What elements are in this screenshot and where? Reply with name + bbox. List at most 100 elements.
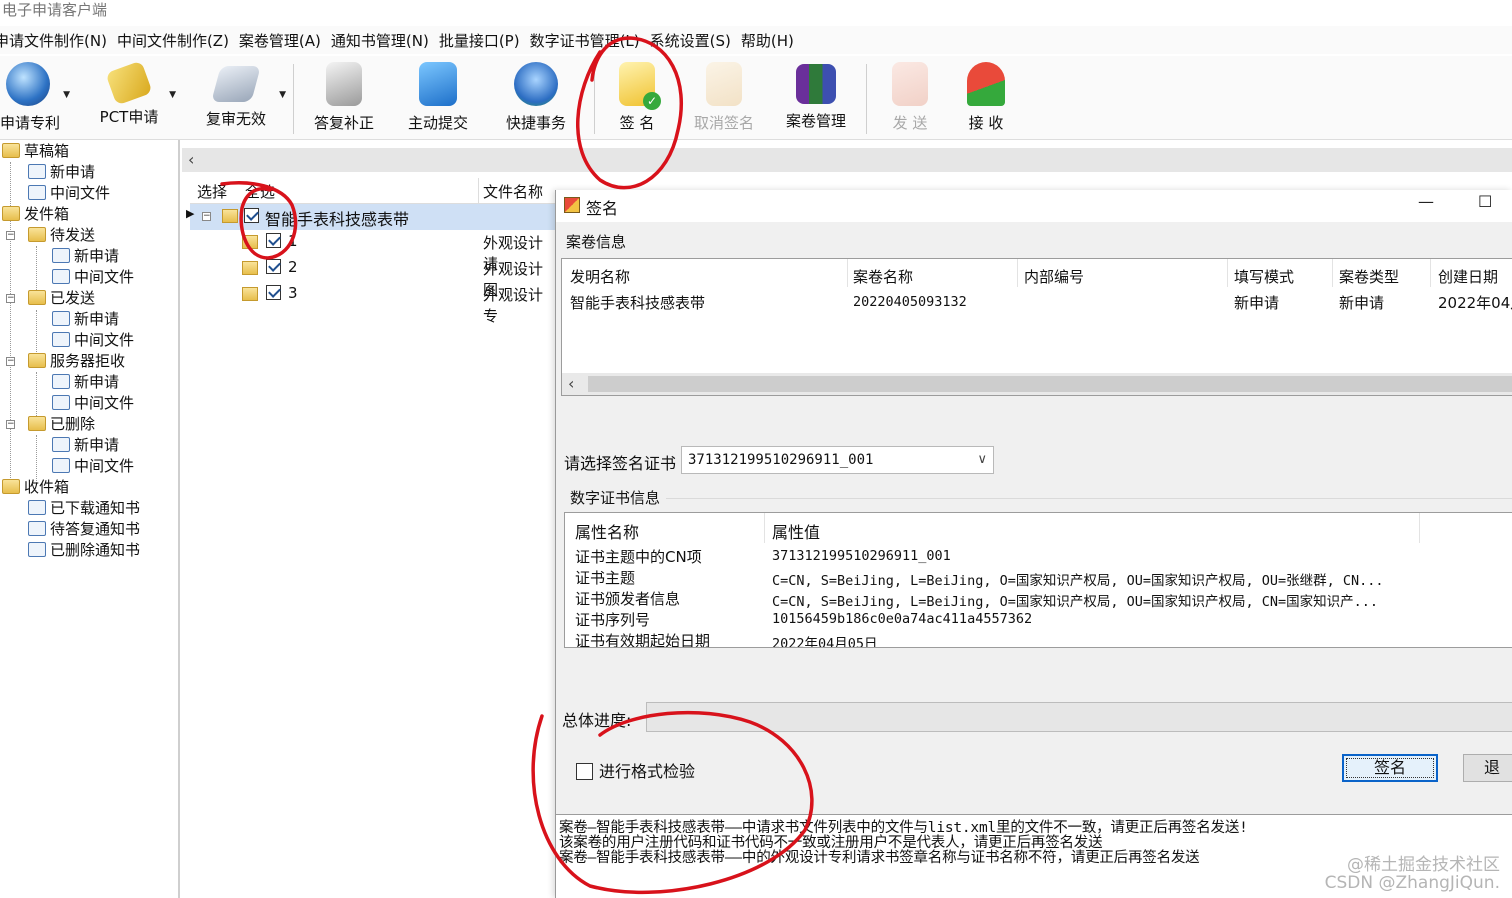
grid-row[interactable]: 3 外观设计专 — [190, 282, 556, 325]
collapse-icon[interactable]: − — [6, 231, 15, 240]
col-select[interactable]: 选择 — [197, 181, 227, 202]
tree-label: 收件箱 — [24, 478, 70, 496]
chevron-down-icon[interactable]: ∨ — [977, 447, 987, 473]
menu-settings[interactable]: 系统设置(S) — [650, 30, 741, 51]
tree-rejected-mid-file[interactable]: 中间文件 — [52, 393, 134, 414]
tree-downloaded[interactable]: 已下载通知书 — [28, 498, 140, 519]
maximize-icon[interactable]: ☐ — [1478, 192, 1492, 211]
tree-sent-new-app[interactable]: 新申请 — [52, 309, 119, 330]
row-number: 2 — [288, 258, 298, 276]
row-checkbox[interactable] — [266, 258, 281, 276]
col-case-type[interactable]: 案卷类型 — [1339, 266, 1399, 287]
notice-icon — [28, 521, 46, 536]
tree-rejected[interactable]: 服务器拒收 — [28, 351, 125, 372]
cert-select[interactable]: 371312199510296911_001 ∨ — [681, 446, 994, 474]
tree-pending-new-app[interactable]: 新申请 — [52, 246, 119, 267]
menu-mid-file[interactable]: 中间文件制作(Z) — [117, 30, 239, 51]
col-property-value[interactable]: 属性值 — [772, 519, 820, 543]
tree-drafts-new-app[interactable]: 新申请 — [28, 162, 95, 183]
receive-button[interactable]: 接 收 — [956, 60, 1016, 138]
exit-button[interactable]: 退 — [1463, 754, 1512, 782]
collapse-icon[interactable]: − — [6, 420, 15, 429]
column-divider — [1227, 259, 1228, 287]
prop-value: 10156459b186c0e0a74ac411a4557362 — [772, 611, 1033, 627]
format-check-label: 进行格式检验 — [599, 762, 696, 781]
row-number: 1 — [288, 232, 298, 250]
grid-row[interactable]: 1 外观设计请 — [190, 230, 556, 273]
row-checkbox[interactable] — [266, 232, 281, 250]
chevron-left-icon[interactable]: ‹ — [568, 374, 574, 393]
col-fill-mode[interactable]: 填写模式 — [1234, 266, 1294, 287]
tree-drafts[interactable]: 草稿箱 — [2, 141, 69, 162]
document-icon — [52, 437, 70, 452]
menu-batch[interactable]: 批量接口(P) — [439, 30, 530, 51]
scrollbar-thumb[interactable] — [588, 376, 1512, 392]
grid-row[interactable]: 2 外观设计图 — [190, 256, 556, 299]
tree-rejected-new-app[interactable]: 新申请 — [52, 372, 119, 393]
minimize-icon[interactable]: — — [1418, 192, 1434, 211]
tree-deleted-new-app[interactable]: 新申请 — [52, 435, 119, 456]
col-property-name[interactable]: 属性名称 — [575, 519, 639, 543]
tree-sent[interactable]: 已发送 — [28, 288, 95, 309]
tree-deleted-notice[interactable]: 已删除通知书 — [28, 540, 140, 561]
tree-pending[interactable]: 待发送 — [28, 225, 95, 246]
dropdown-arrow-icon[interactable]: ▼ — [63, 90, 70, 100]
tree-label: 中间文件 — [74, 394, 135, 412]
horizontal-scrollbar[interactable]: ‹ — [182, 148, 1512, 172]
format-check-checkbox[interactable]: 进行格式检验 — [576, 758, 695, 782]
quick-tasks-label: 快捷事务 — [505, 114, 566, 132]
tree-deleted-mid-file[interactable]: 中间文件 — [52, 456, 134, 477]
reply-button[interactable]: 答复补正 — [308, 60, 380, 138]
menu-case-mgmt[interactable]: 案卷管理(A) — [239, 30, 331, 51]
cancel-sign-button[interactable]: 取消签名 — [688, 60, 760, 138]
menu-bar: 申请文件制作(N) 中间文件制作(Z) 案卷管理(A) 通知书管理(N) 批量接… — [0, 26, 1512, 54]
case-mgmt-button[interactable]: 案卷管理 — [780, 60, 852, 138]
tree-drafts-mid-file[interactable]: 中间文件 — [28, 183, 110, 204]
case-table-scrollbar[interactable]: ‹ — [562, 373, 1512, 395]
col-select-all[interactable]: 全选 — [245, 181, 275, 202]
grid-parent-row[interactable]: ▶ − 智能手表科技感表带 — [186, 204, 556, 230]
cell-invention-name: 智能手表科技感表带 — [570, 294, 706, 312]
row-checkbox[interactable] — [266, 284, 281, 302]
row-checkbox[interactable] — [244, 207, 259, 225]
folder-icon — [242, 287, 258, 301]
col-case-name[interactable]: 案卷名称 — [853, 266, 913, 287]
sign-button[interactable]: ✓ 签 名 — [606, 60, 668, 138]
pct-button[interactable]: PCT申请 ▼ — [96, 60, 176, 138]
col-internal-no[interactable]: 内部编号 — [1024, 266, 1084, 287]
dropdown-arrow-icon[interactable]: ▼ — [279, 90, 286, 100]
collapse-icon[interactable]: − — [6, 294, 15, 303]
col-file-name[interactable]: 文件名称 — [483, 181, 543, 202]
tree-deleted[interactable]: 已删除 — [28, 414, 95, 435]
dialog-titlebar[interactable]: 签名 — ☐ — [556, 190, 1512, 222]
menu-cert-mgmt[interactable]: 数字证书管理(L) — [530, 30, 650, 51]
col-created-date[interactable]: 创建日期 — [1438, 266, 1498, 287]
reexam-label: 复审无效 — [205, 110, 266, 128]
file-name: 外观设计专 — [483, 286, 544, 325]
dropdown-arrow-icon[interactable]: ▼ — [169, 90, 176, 100]
collapse-icon[interactable]: − — [202, 212, 211, 221]
menu-app-file[interactable]: 申请文件制作(N) — [0, 30, 117, 51]
collapse-icon[interactable]: − — [6, 357, 15, 366]
checkbox-box[interactable] — [576, 763, 593, 780]
col-invention-name[interactable]: 发明名称 — [570, 266, 630, 287]
reexam-button[interactable]: 复审无效 ▼ — [200, 60, 286, 138]
tree-label: 服务器拒收 — [50, 352, 126, 370]
new-patent-button[interactable]: 申请专利 ▼ — [0, 60, 70, 138]
quick-tasks-button[interactable]: 快捷事务 — [500, 60, 572, 138]
chevron-left-icon[interactable]: ‹ — [188, 150, 194, 169]
tree-sent-mid-file[interactable]: 中间文件 — [52, 330, 134, 351]
tree-outbox[interactable]: 发件箱 — [2, 204, 69, 225]
tree-to-reply[interactable]: 待答复通知书 — [28, 519, 140, 540]
send-button[interactable]: 发 送 — [880, 60, 940, 138]
tree-pending-mid-file[interactable]: 中间文件 — [52, 267, 134, 288]
menu-help[interactable]: 帮助(H) — [741, 30, 804, 51]
tree-label: 已下载通知书 — [50, 499, 141, 517]
sign-dialog: 签名 — ☐ 案卷信息 发明名称 案卷名称 内部编号 填写模式 案卷类型 创建日… — [555, 190, 1512, 898]
tree-label: 中间文件 — [74, 268, 135, 286]
tree-inbox[interactable]: 收件箱 — [2, 477, 69, 498]
menu-notice-mgmt[interactable]: 通知书管理(N) — [331, 30, 439, 51]
cancel-sign-icon — [706, 62, 742, 106]
sign-confirm-button[interactable]: 签名 — [1342, 754, 1438, 782]
submit-button[interactable]: 主动提交 — [402, 60, 474, 138]
